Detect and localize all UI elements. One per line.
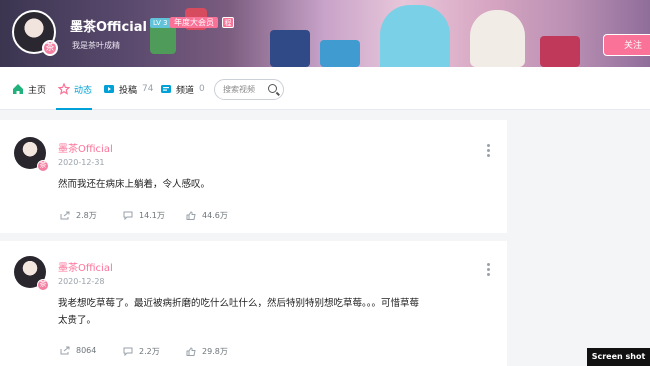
more-options-icon[interactable] [487, 263, 491, 278]
thumbs-up-icon [186, 347, 196, 356]
share-count: 8064 [76, 346, 97, 355]
profile-nav: 主页 动态 投稿 74 频道 0 搜索视频 [0, 67, 650, 110]
post-text: 然而我还在病床上躺着，令人感叹。 [58, 179, 211, 190]
share-button[interactable]: 8064 [60, 346, 96, 355]
level-badge: LV 3 [150, 18, 171, 28]
post-avatar[interactable]: 茶 [14, 137, 49, 172]
comment-count: 2.2万 [139, 347, 160, 356]
profile-banner: 茶 墨茶Official LV 3 年度大会员 程 我是茶叶成精 关注 [0, 0, 650, 67]
like-button[interactable]: 29.8万 [186, 346, 228, 357]
tab-channels[interactable]: 频道 0 [160, 81, 205, 97]
comment-button[interactable]: 14.1万 [123, 210, 165, 221]
like-button[interactable]: 44.6万 [186, 210, 228, 221]
tab-home[interactable]: 主页 [12, 81, 46, 97]
like-count: 44.6万 [202, 211, 228, 220]
share-icon [60, 346, 70, 355]
gift-box-decoration [270, 30, 310, 67]
avatar-badge: 茶 [37, 160, 49, 172]
share-button[interactable]: 2.8万 [60, 210, 97, 221]
comment-icon [123, 211, 133, 220]
vip-badge: 年度大会员 [170, 17, 218, 28]
gift-box-decoration [150, 24, 176, 54]
post-author[interactable]: 墨茶Official [58, 140, 113, 155]
user-signature: 我是茶叶成精 [72, 41, 120, 50]
active-tab-indicator [56, 108, 92, 110]
comment-button[interactable]: 2.2万 [123, 346, 160, 357]
like-count: 29.8万 [202, 347, 228, 356]
tab-dynamic[interactable]: 动态 [58, 81, 92, 97]
post-date[interactable]: 2020-12-28 [58, 277, 105, 286]
more-options-icon[interactable] [487, 144, 491, 159]
search-icon[interactable] [268, 84, 277, 93]
share-icon [60, 211, 70, 220]
anime-character-decoration [380, 5, 450, 67]
post-date[interactable]: 2020-12-31 [58, 158, 105, 167]
feed-card: 茶 墨茶Official 2020-12-31 然而我还在病床上躺着，令人感叹。… [0, 120, 507, 233]
avatar-pendant: 茶 [42, 40, 58, 56]
posts-count: 74 [142, 84, 154, 94]
star-icon [58, 83, 70, 95]
feed-divider [0, 233, 507, 241]
post-author[interactable]: 墨茶Official [58, 259, 113, 274]
post-text: 我老想吃草莓了。最近被病折磨的吃什么吐什么，然后特别特别想吃草莓。。。可惜草莓太… [58, 298, 420, 326]
avatar-badge: 茶 [37, 279, 49, 291]
tab-posts[interactable]: 投稿 74 [103, 81, 153, 97]
search-placeholder: 搜索视频 [223, 85, 255, 94]
gift-box-decoration [320, 40, 360, 67]
video-posts-icon [104, 85, 114, 93]
tab-dynamic-label: 动态 [74, 85, 93, 96]
channel-icon [161, 85, 171, 93]
username: 墨茶Official [70, 20, 147, 35]
avatar[interactable]: 茶 [12, 10, 58, 56]
channels-count: 0 [199, 84, 205, 94]
page: 茶 墨茶Official LV 3 年度大会员 程 我是茶叶成精 关注 主页 动… [0, 0, 650, 366]
share-count: 2.8万 [76, 211, 97, 220]
comment-count: 14.1万 [139, 211, 165, 220]
tab-home-label: 主页 [28, 85, 47, 96]
follow-button[interactable]: 关注 [603, 34, 650, 56]
comment-icon [123, 347, 133, 356]
post-avatar[interactable]: 茶 [14, 256, 49, 291]
home-icon [13, 84, 23, 94]
vip-mark-badge: 程 [222, 17, 234, 28]
tab-channels-label: 频道 [176, 85, 195, 96]
tab-posts-label: 投稿 [119, 85, 138, 96]
gift-box-decoration [540, 36, 580, 67]
search-input[interactable]: 搜索视频 [214, 79, 284, 100]
plush-bunny-decoration [470, 10, 525, 67]
screenshot-watermark: Screen shot [587, 348, 650, 366]
feed-card: 茶 墨茶Official 2020-12-28 我老想吃草莓了。最近被病折磨的吃… [0, 241, 507, 366]
thumbs-up-icon [186, 211, 196, 220]
